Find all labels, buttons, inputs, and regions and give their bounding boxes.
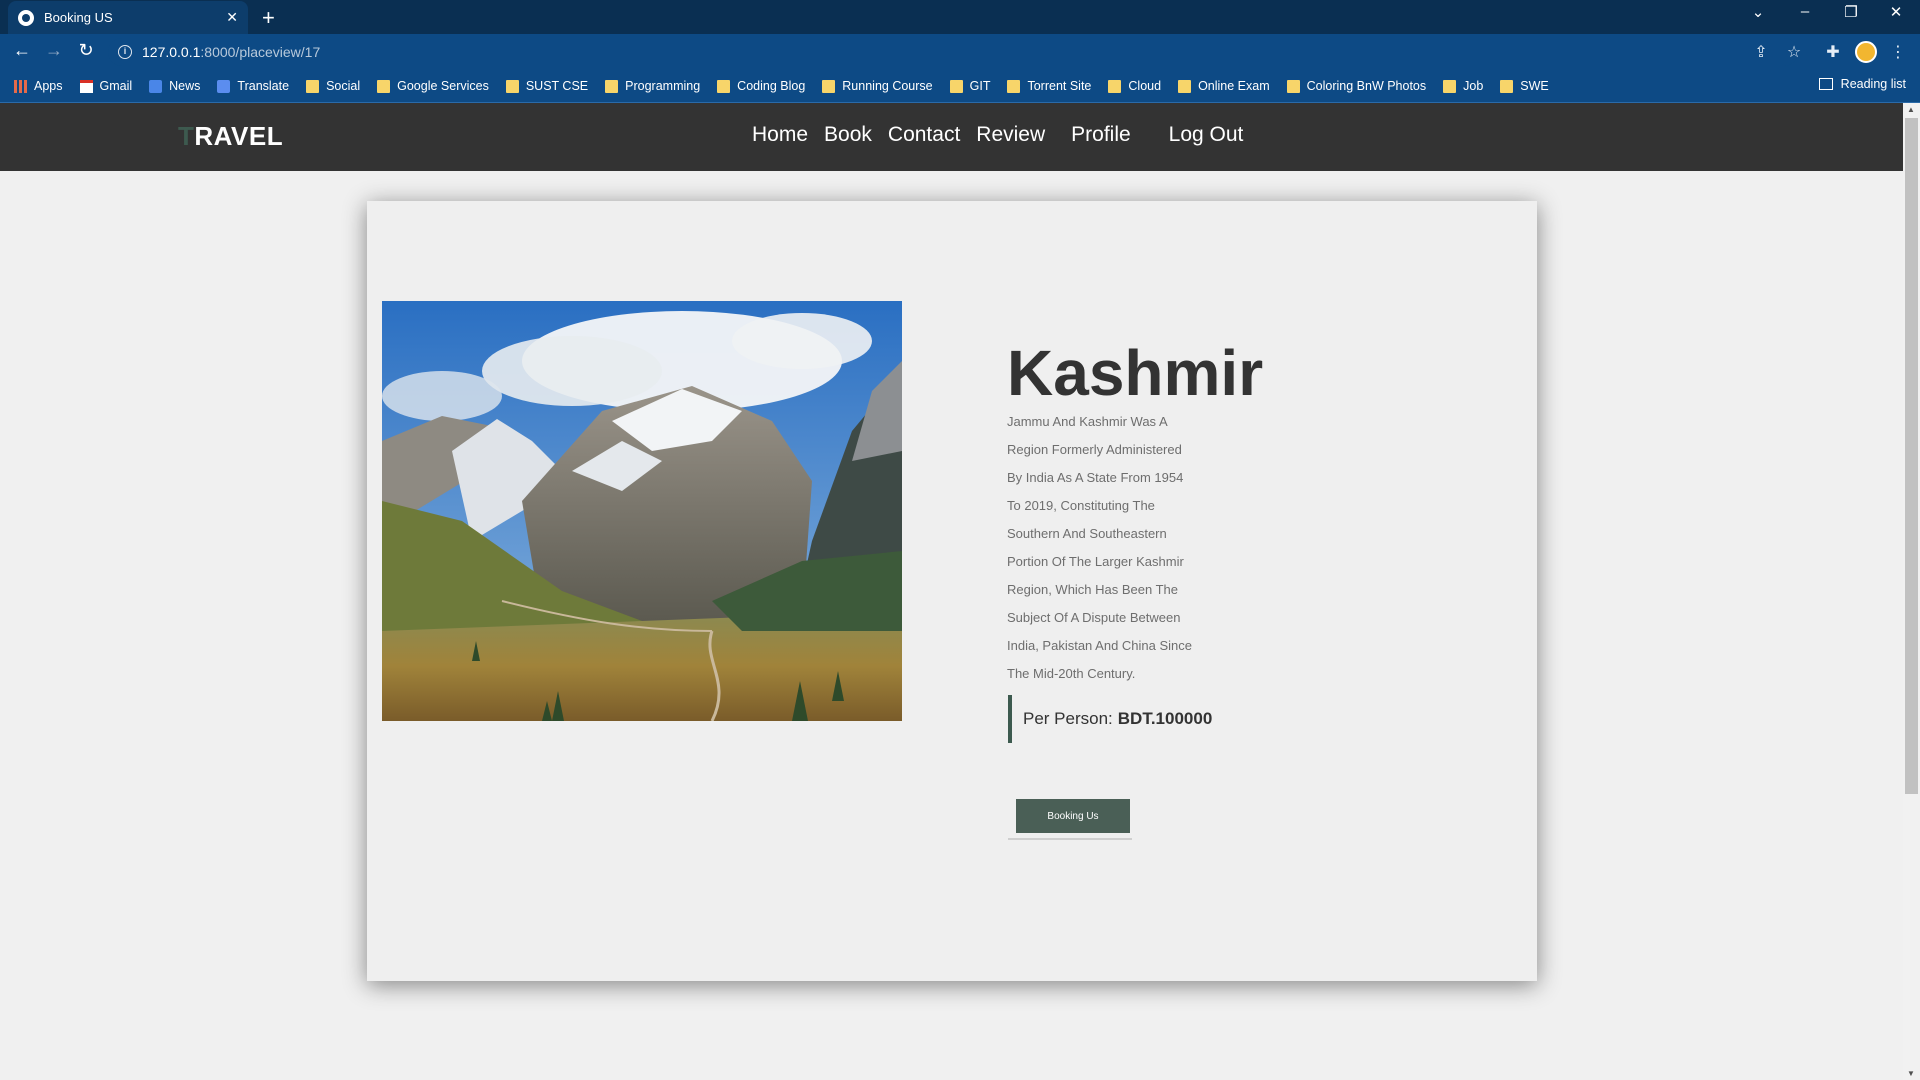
folder-icon — [717, 79, 731, 93]
scroll-up-icon[interactable]: ▲ — [1907, 105, 1915, 114]
bookmark-cloud[interactable]: Cloud — [1108, 79, 1161, 93]
nav-log-out[interactable]: Log Out — [1169, 123, 1244, 147]
back-icon[interactable]: ← — [10, 40, 34, 61]
bookmark-news[interactable]: News — [149, 79, 200, 93]
tab-strip: Booking US ✕ + ⌄ – ❐ ✕ — [0, 0, 1920, 34]
description-line: The Mid-20th Century. — [1007, 666, 1136, 681]
reload-icon[interactable]: ↻ — [74, 40, 98, 61]
close-tab-icon[interactable]: ✕ — [226, 9, 238, 26]
place-title: Kashmir — [1007, 337, 1264, 409]
mountain-landscape-image — [382, 301, 902, 721]
bookmark-job[interactable]: Job — [1443, 79, 1483, 93]
folder-icon — [1178, 79, 1192, 93]
new-tab-button[interactable]: + — [262, 5, 275, 31]
folder-icon — [1007, 79, 1021, 93]
place-image — [382, 301, 902, 721]
folder-icon — [306, 79, 320, 93]
folder-icon — [377, 79, 391, 93]
apps-icon — [14, 79, 27, 93]
info-icon[interactable]: i — [118, 45, 132, 59]
description-line: Southern And Southeastern — [1007, 526, 1167, 541]
share-icon[interactable]: ⇪ — [1750, 42, 1772, 62]
bookmark-online-exam[interactable]: Online Exam — [1178, 79, 1270, 93]
scroll-thumb[interactable] — [1905, 118, 1918, 794]
site-logo[interactable]: TRAVEL — [178, 121, 283, 152]
description-line: Portion Of The Larger Kashmir — [1007, 554, 1184, 569]
folder-icon — [1286, 79, 1300, 93]
minimize-icon[interactable]: – — [1790, 3, 1820, 20]
bookmark-coloring-bnw-photos[interactable]: Coloring BnW Photos — [1286, 79, 1426, 93]
folder-icon — [1500, 79, 1514, 93]
menu-icon[interactable]: ⋮ — [1887, 42, 1909, 62]
bookmark-git[interactable]: GIT — [949, 79, 990, 93]
profile-avatar[interactable] — [1855, 41, 1877, 63]
place-card: Kashmir Jammu And Kashmir Was A Region F… — [367, 201, 1537, 981]
browser-chrome: Booking US ✕ + ⌄ – ❐ ✕ ← → ↻ i 127.0.0.1… — [0, 0, 1920, 103]
folder-icon — [822, 79, 836, 93]
bookmark-gmail[interactable]: Gmail — [79, 79, 132, 93]
site-header: TRAVEL Home Book Contact Review Profile … — [0, 103, 1903, 171]
description-line: Region Formerly Administered — [1007, 442, 1182, 457]
nav-book[interactable]: Book — [824, 123, 872, 147]
scroll-down-icon[interactable]: ▼ — [1907, 1069, 1915, 1078]
tab-title: Booking US — [44, 10, 113, 25]
gmail-icon — [79, 79, 93, 93]
booking-button[interactable]: Booking Us — [1016, 799, 1130, 833]
description-line: Jammu And Kashmir Was A — [1007, 414, 1168, 429]
nav-review[interactable]: Review — [976, 123, 1045, 147]
price-value: BDT.100000 — [1117, 709, 1213, 728]
globe-icon — [18, 9, 34, 26]
address-bar[interactable]: i 127.0.0.1:8000/placeview/17 — [108, 38, 1798, 66]
forward-icon[interactable]: → — [42, 40, 66, 61]
description-line: Subject Of A Dispute Between — [1007, 610, 1181, 625]
url-host: 127.0.0.1 — [142, 44, 201, 60]
folder-icon — [949, 79, 963, 93]
news-icon — [149, 79, 163, 93]
nav-contact[interactable]: Contact — [888, 123, 960, 147]
translate-icon — [217, 79, 231, 93]
close-window-icon[interactable]: ✕ — [1881, 3, 1911, 21]
button-underline — [1008, 838, 1132, 840]
folder-icon — [505, 79, 519, 93]
bookmark-translate[interactable]: Translate — [217, 79, 289, 93]
bookmark-programming[interactable]: Programming — [605, 79, 700, 93]
bookmark-sust-cse[interactable]: SUST CSE — [505, 79, 588, 93]
star-icon[interactable]: ☆ — [1783, 42, 1805, 62]
bookmark-torrent-site[interactable]: Torrent Site — [1007, 79, 1091, 93]
bookmarks-bar: Apps Gmail News Translate Social Google … — [0, 70, 1920, 103]
description-line: Region, Which Has Been The — [1007, 582, 1179, 597]
bookmark-google-services[interactable]: Google Services — [377, 79, 489, 93]
nav-profile[interactable]: Profile — [1071, 123, 1131, 147]
bookmark-coding-blog[interactable]: Coding Blog — [717, 79, 805, 93]
main-nav: Home Book Contact Review Profile Log Out — [752, 123, 1243, 147]
bookmark-swe[interactable]: SWE — [1500, 79, 1549, 93]
folder-icon — [605, 79, 619, 93]
bookmark-social[interactable]: Social — [306, 79, 360, 93]
bookmark-apps[interactable]: Apps — [14, 79, 63, 93]
description-line: To 2019, Constituting The — [1007, 498, 1155, 513]
place-description: Jammu And Kashmir Was A Region Formerly … — [1007, 408, 1207, 688]
nav-home[interactable]: Home — [752, 123, 808, 147]
extensions-icon[interactable]: ✚ — [1822, 42, 1844, 62]
description-line: India, Pakistan And China Since — [1007, 638, 1193, 653]
browser-tab[interactable]: Booking US ✕ — [8, 1, 248, 34]
price-box: Per Person: BDT.100000 — [1008, 695, 1212, 743]
browser-toolbar: ← → ↻ i 127.0.0.1:8000/placeview/17 ⇪ ☆ … — [0, 34, 1920, 70]
reading-list-button[interactable]: Reading list — [1818, 77, 1906, 91]
folder-icon — [1108, 79, 1122, 93]
description-line: By India As A State From 1954 — [1007, 470, 1184, 485]
price-label: Per Person: — [1023, 709, 1113, 728]
reading-list-icon — [1818, 78, 1833, 90]
folder-icon — [1443, 79, 1457, 93]
bookmark-running-course[interactable]: Running Course — [822, 79, 933, 93]
tab-search-icon[interactable]: ⌄ — [1743, 3, 1773, 21]
page-scrollbar[interactable]: ▲ ▼ — [1903, 103, 1920, 1080]
url-path: :8000/placeview/17 — [200, 44, 321, 60]
restore-icon[interactable]: ❐ — [1836, 3, 1866, 21]
